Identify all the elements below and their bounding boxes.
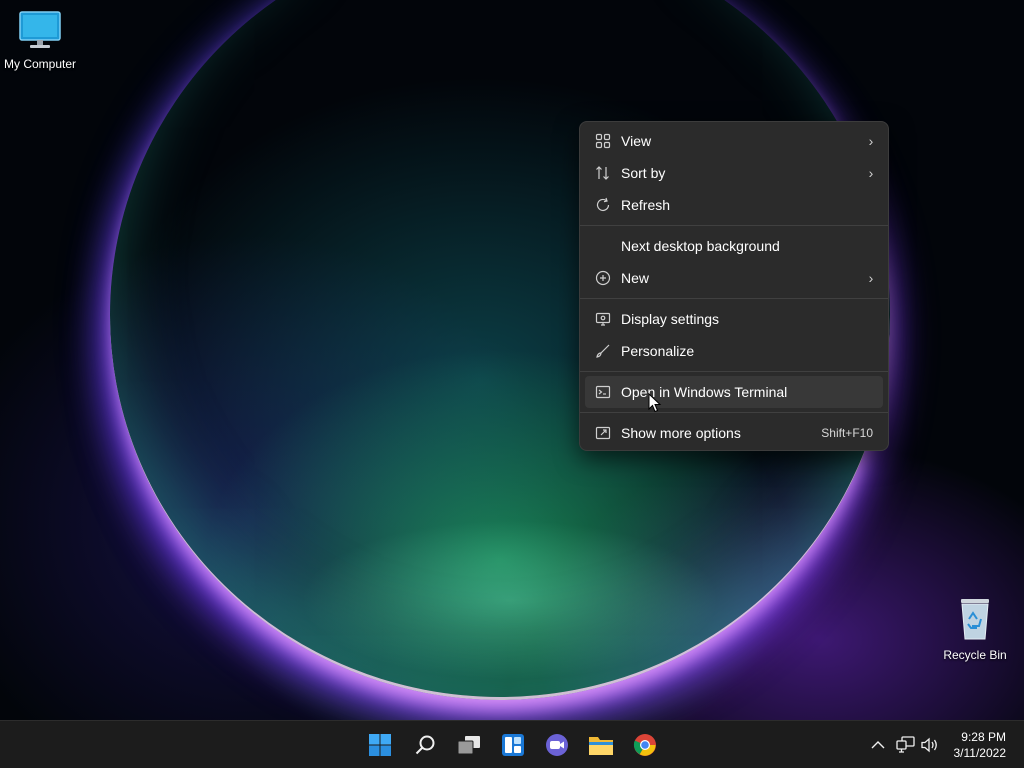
menu-item-next-desktop-background[interactable]: Next desktop background: [585, 230, 883, 262]
chat-button[interactable]: [540, 729, 574, 761]
chevron-up-icon: [871, 741, 885, 749]
desktop-icon-my-computer[interactable]: My Computer: [0, 10, 80, 71]
menu-item-label: Personalize: [621, 343, 695, 359]
file-explorer-icon: [589, 737, 613, 755]
desktop-context-menu: View › Sort by › Refresh Next desktop ba…: [579, 121, 889, 451]
recycle-bin-icon: [961, 599, 989, 640]
chrome-button[interactable]: [628, 729, 662, 761]
show-hidden-icons-button[interactable]: [866, 733, 890, 757]
menu-item-label: New: [621, 270, 650, 286]
menu-separator: [580, 298, 888, 299]
menu-item-display-settings[interactable]: Display settings: [585, 303, 883, 335]
widgets-button[interactable]: [496, 729, 530, 761]
menu-separator: [580, 412, 888, 413]
desktop-icon-label: Recycle Bin: [943, 648, 1007, 662]
wallpaper-glow: [300, 520, 720, 680]
menu-item-open-in-windows-terminal[interactable]: Open in Windows Terminal: [585, 376, 883, 408]
menu-item-sort-by[interactable]: Sort by ›: [585, 157, 883, 189]
start-button[interactable]: [363, 729, 397, 761]
menu-item-label: Display settings: [621, 311, 720, 327]
desktop-icon-recycle-bin[interactable]: Recycle Bin: [935, 597, 1015, 662]
menu-item-label: Next desktop background: [621, 238, 780, 254]
refresh-icon: [585, 197, 621, 213]
monitor-icon: [19, 11, 61, 48]
search-button[interactable]: [408, 729, 442, 761]
plus-circle-icon: [585, 270, 621, 286]
display-settings-icon: [585, 311, 621, 327]
terminal-icon: [585, 384, 621, 400]
task-view-icon: [457, 736, 480, 755]
menu-item-label: Sort by: [621, 165, 666, 181]
taskbar-clock[interactable]: 9:28 PM 3/11/2022: [954, 729, 1007, 761]
menu-separator: [580, 225, 888, 226]
chevron-right-icon: ›: [868, 270, 874, 286]
search-icon: [415, 735, 435, 755]
volume-icon: [921, 737, 937, 753]
network-icon: [896, 736, 915, 753]
menu-item-label: View: [621, 133, 652, 149]
chat-icon: [546, 734, 568, 756]
taskbar: 9:28 PM 3/11/2022: [0, 720, 1024, 768]
menu-item-show-more-options[interactable]: Show more options Shift+F10: [585, 417, 883, 449]
desktop-icon-label: My Computer: [3, 57, 77, 71]
volume-button[interactable]: [918, 733, 942, 757]
menu-item-new[interactable]: New ›: [585, 262, 883, 294]
sort-icon: [585, 165, 621, 181]
menu-item-personalize[interactable]: Personalize: [585, 335, 883, 367]
task-view-button[interactable]: [452, 729, 486, 761]
menu-item-shortcut: Shift+F10: [821, 426, 873, 440]
brush-icon: [585, 343, 621, 359]
menu-item-label: Refresh: [621, 197, 671, 213]
menu-item-refresh[interactable]: Refresh: [585, 189, 883, 221]
chrome-icon: [633, 734, 656, 756]
clock-date: 3/11/2022: [953, 746, 1007, 760]
start-icon: [369, 734, 391, 756]
menu-item-view[interactable]: View ›: [585, 125, 883, 157]
menu-separator: [580, 371, 888, 372]
share-icon: [585, 425, 621, 441]
grid-icon: [585, 133, 621, 149]
widgets-icon: [502, 734, 524, 756]
menu-item-label: Show more options: [621, 425, 741, 441]
network-button[interactable]: [894, 733, 918, 757]
mouse-cursor-icon: [648, 393, 662, 413]
chevron-right-icon: ›: [868, 133, 874, 149]
clock-time: 9:28 PM: [961, 730, 1006, 744]
chevron-right-icon: ›: [868, 165, 874, 181]
file-explorer-button[interactable]: [584, 729, 618, 761]
